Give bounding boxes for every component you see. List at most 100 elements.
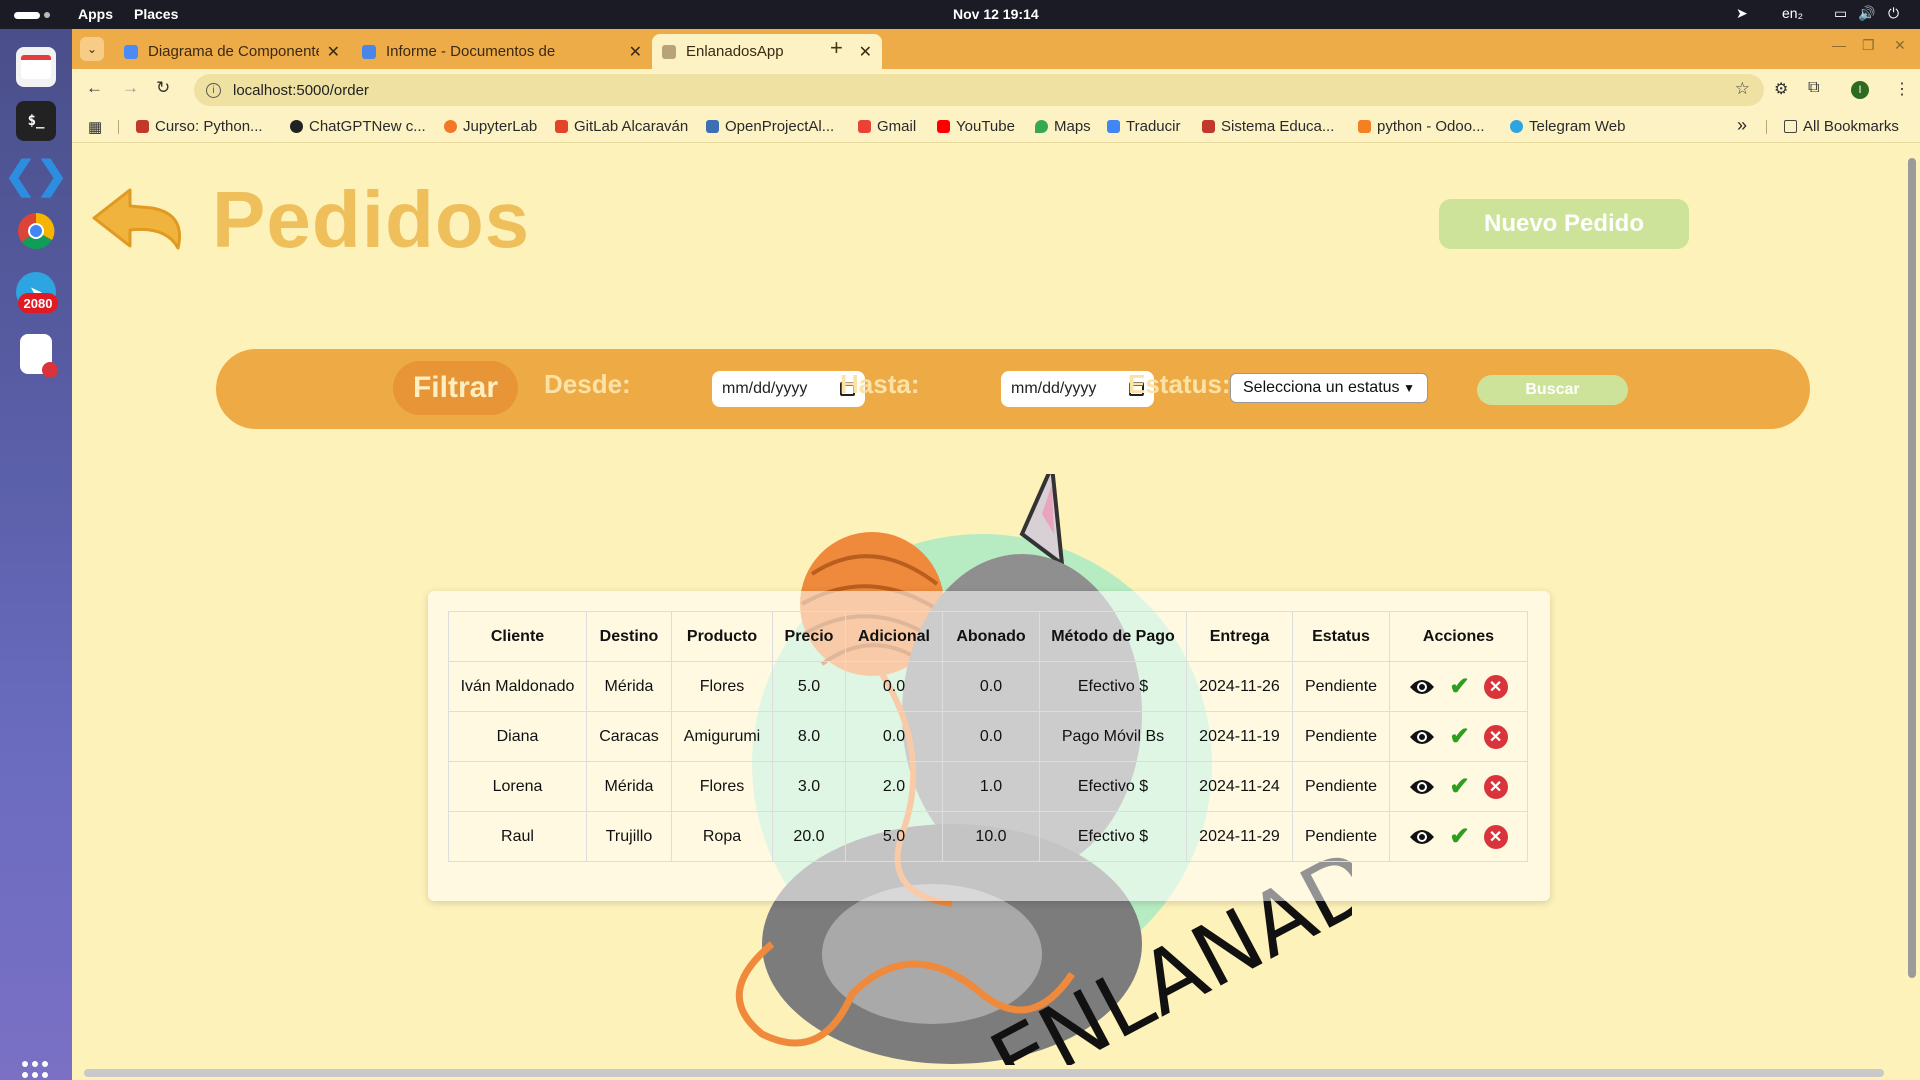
bookmark-item[interactable]: Maps [1035, 118, 1091, 135]
telegram-tray-icon[interactable]: ➤ [1736, 5, 1748, 22]
column-header: Acciones [1389, 611, 1528, 662]
vscode-app-icon[interactable]: ❮❯ [4, 155, 68, 197]
close-window-icon[interactable]: ✕ [1894, 37, 1906, 54]
places-menu[interactable]: Places [134, 6, 178, 22]
close-tab-icon[interactable]: ✕ [629, 42, 642, 62]
profile-avatar[interactable]: I [1851, 81, 1869, 99]
delete-x-icon[interactable]: ✕ [1483, 674, 1508, 699]
table-cell: Efectivo $ [1039, 761, 1187, 812]
vertical-scrollbar[interactable] [1904, 144, 1920, 1065]
delete-x-icon[interactable]: ✕ [1483, 824, 1508, 849]
volume-icon[interactable]: 🔊 [1858, 5, 1875, 22]
search-button[interactable]: Buscar [1477, 375, 1628, 405]
terminal-app-icon[interactable]: $_ [16, 101, 56, 141]
tab-diagrama[interactable]: Diagrama de Componentes ✕ [114, 34, 350, 69]
separator [1766, 120, 1767, 134]
bookmark-item[interactable]: python - Odoo... [1358, 118, 1485, 135]
reload-icon[interactable]: ↻ [156, 78, 170, 98]
bookmark-item[interactable]: Sistema Educa... [1202, 118, 1334, 135]
bookmark-item[interactable]: ChatGPTNew c... [290, 118, 426, 135]
system-top-bar: Apps Places Nov 12 19:14 ➤ en₂ ▭ 🔊 ⏻ [0, 0, 1920, 29]
confirm-check-icon[interactable]: ✔ [1449, 774, 1469, 799]
view-eye-icon[interactable] [1409, 678, 1435, 696]
table-cell: Pendiente [1292, 711, 1390, 762]
bookmark-item[interactable]: YouTube [937, 118, 1015, 135]
table-cell: Pendiente [1292, 661, 1390, 712]
actions-cell: ✔ ✕ [1389, 811, 1528, 862]
bookmark-item[interactable]: Traducir [1107, 118, 1180, 135]
files-app-icon[interactable] [16, 47, 56, 87]
table-cell: 0.0 [942, 711, 1040, 762]
bookmarks-overflow-icon[interactable]: » [1737, 115, 1747, 136]
table-cell: 2024-11-19 [1186, 711, 1293, 762]
separator [118, 120, 119, 134]
table-cell: 3.0 [772, 761, 846, 812]
tab-informe[interactable]: Informe - Documentos de ✕ [352, 34, 652, 69]
table-cell: Raul [448, 811, 587, 862]
tab-title: Informe - Documentos de [386, 43, 556, 60]
back-icon[interactable]: ← [86, 78, 103, 98]
tab-search-button[interactable]: ⌄ [80, 37, 104, 61]
all-bookmarks[interactable]: All Bookmarks [1784, 118, 1899, 135]
table-cell: Amigurumi [671, 711, 773, 762]
keyboard-layout[interactable]: en₂ [1782, 5, 1803, 21]
browser-window: ⌄ Diagrama de Componentes ✕ Informe - Do… [72, 29, 1920, 1080]
scrollbar-thumb[interactable] [84, 1069, 1884, 1077]
clock[interactable]: Nov 12 19:14 [953, 6, 1039, 22]
apps-grid-icon[interactable]: ▦ [88, 118, 102, 136]
delete-x-icon[interactable]: ✕ [1483, 774, 1508, 799]
puzzle-icon[interactable]: ⧉ [1808, 79, 1819, 97]
table-cell: Diana [448, 711, 587, 762]
bookmark-item[interactable]: OpenProjectAl... [706, 118, 834, 135]
close-tab-icon[interactable]: ✕ [859, 42, 872, 62]
bookmark-item[interactable]: JupyterLab [444, 118, 537, 135]
table-cell: 2.0 [845, 761, 943, 812]
table-row: Diana Caracas Amigurumi 8.0 0.0 0.0 Pago Móvil… [448, 711, 1528, 762]
to-date-placeholder: mm/dd/yyyy [1011, 380, 1097, 397]
activities-button[interactable] [14, 11, 52, 19]
new-order-button[interactable]: Nuevo Pedido [1439, 199, 1689, 249]
column-header: Método de Pago [1039, 611, 1187, 662]
scrollbar-thumb[interactable] [1908, 158, 1916, 978]
confirm-check-icon[interactable]: ✔ [1449, 674, 1469, 699]
minimize-icon[interactable]: — [1832, 37, 1846, 53]
bookmark-item[interactable]: Gmail [858, 118, 916, 135]
browser-toolbar: ← → ↻ i localhost:5000/order ☆ ⚙ ⧉ I ⋮ [72, 69, 1920, 111]
bookmark-star-icon[interactable]: ☆ [1735, 79, 1750, 99]
horizontal-scrollbar[interactable] [72, 1065, 1920, 1080]
extension-icon[interactable]: ⚙ [1774, 79, 1788, 99]
url-text[interactable]: localhost:5000/order [233, 82, 369, 99]
filter-label: Filtrar [393, 361, 518, 415]
apps-menu[interactable]: Apps [78, 6, 113, 22]
from-label: Desde: [544, 369, 631, 399]
view-eye-icon[interactable] [1409, 828, 1435, 846]
dock: $_ ❮❯ ➤ 2080 [0, 29, 72, 1080]
table-header-row: Cliente Destino Producto Precio Adiciona… [448, 611, 1528, 662]
screen-icon[interactable]: ▭ [1834, 5, 1847, 22]
tab-enlanados[interactable]: EnlanadosApp ✕ [652, 34, 882, 69]
bookmark-item[interactable]: Telegram Web [1510, 118, 1625, 135]
delete-x-icon[interactable]: ✕ [1483, 724, 1508, 749]
table-cell: Caracas [586, 711, 672, 762]
kebab-menu-icon[interactable]: ⋮ [1894, 79, 1910, 99]
filter-bar: Filtrar Desde: mm/dd/yyyy Hasta: mm/dd/y… [216, 349, 1810, 429]
site-info-icon[interactable]: i [206, 82, 221, 98]
view-eye-icon[interactable] [1409, 778, 1435, 796]
confirm-check-icon[interactable]: ✔ [1449, 824, 1469, 849]
to-label: Hasta: [840, 369, 920, 399]
confirm-check-icon[interactable]: ✔ [1449, 724, 1469, 749]
chrome-app-icon[interactable] [16, 211, 56, 251]
bookmark-item[interactable]: GitLab Alcaraván [555, 118, 688, 135]
status-select[interactable]: Selecciona un estatus ▼ [1230, 373, 1428, 403]
maximize-icon[interactable]: ❐ [1862, 37, 1875, 54]
address-bar[interactable]: i localhost:5000/order ☆ [194, 74, 1764, 106]
document-viewer-icon[interactable] [20, 334, 58, 378]
back-arrow-icon[interactable] [92, 186, 188, 252]
forward-icon[interactable]: → [122, 78, 139, 98]
power-icon[interactable]: ⏻ [1888, 5, 1899, 22]
show-apps-icon[interactable] [22, 1061, 50, 1080]
bookmark-item[interactable]: Curso: Python... [136, 118, 263, 135]
close-tab-icon[interactable]: ✕ [327, 42, 340, 62]
view-eye-icon[interactable] [1409, 728, 1435, 746]
new-tab-icon[interactable]: + [830, 35, 843, 61]
